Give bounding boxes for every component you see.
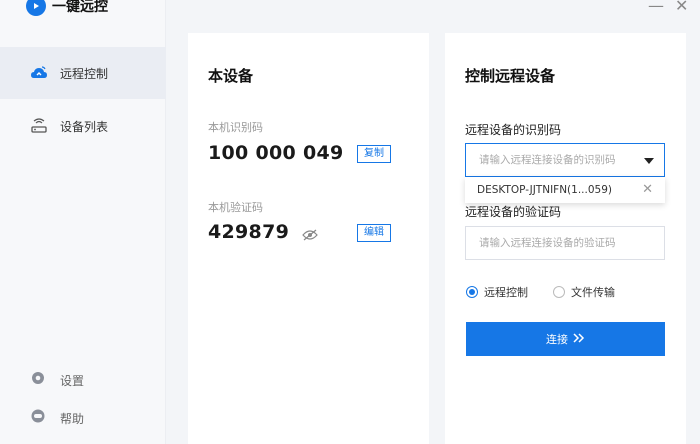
help-icon <box>30 408 46 428</box>
app-logo: 一键远控 <box>26 0 108 18</box>
history-dropdown-item[interactable]: DESKTOP-JJTNIFN(1...059) ✕ <box>465 177 665 203</box>
local-device-panel: 本设备 本机识别码 100 000 049 复制 本机验证码 429879 编辑 <box>188 33 429 444</box>
remote-id-label: 远程设备的识别码 <box>465 123 562 137</box>
app-title: 一键远控 <box>52 0 108 15</box>
eye-hidden-icon[interactable] <box>302 226 318 245</box>
remove-history-icon[interactable]: ✕ <box>642 182 653 197</box>
remote-id-input[interactable]: 请输入远程连接设备的识别码 <box>465 143 665 177</box>
history-item-label: DESKTOP-JJTNIFN(1...059) <box>477 184 612 196</box>
remote-code-placeholder: 请输入远程连接设备的验证码 <box>479 237 616 249</box>
local-device-title: 本设备 <box>208 67 254 85</box>
mode-file-label: 文件传输 <box>571 286 615 299</box>
local-code-value: 429879 <box>208 221 290 243</box>
sidebar-item-label: 远程控制 <box>60 66 109 81</box>
radio-checked-icon[interactable] <box>466 286 478 298</box>
remote-device-title: 控制远程设备 <box>465 67 556 85</box>
close-button[interactable]: ✕ <box>675 0 688 14</box>
sidebar: 一键远控 远程控制 设备列表 设置 帮助 <box>0 0 166 444</box>
local-code-label: 本机验证码 <box>208 201 263 214</box>
remote-control-cloud-icon <box>30 64 48 82</box>
gear-icon <box>30 370 46 390</box>
minimize-button[interactable]: — <box>648 0 664 14</box>
connect-label: 连接 <box>546 333 568 346</box>
device-list-icon <box>30 117 48 135</box>
sidebar-item-label: 帮助 <box>60 411 85 426</box>
local-id-label: 本机识别码 <box>208 121 263 134</box>
mode-remote-control-radio[interactable]: 远程控制 <box>466 284 528 300</box>
remote-code-label: 远程设备的验证码 <box>465 205 562 219</box>
edit-button[interactable]: 编辑 <box>357 224 391 242</box>
radio-unchecked-icon[interactable] <box>553 286 565 298</box>
remote-code-input[interactable]: 请输入远程连接设备的验证码 <box>465 226 665 260</box>
local-id-value: 100 000 049 <box>208 142 344 164</box>
sidebar-item-label: 设置 <box>60 373 85 388</box>
sidebar-item-label: 设备列表 <box>60 119 109 134</box>
remote-device-panel: 控制远程设备 远程设备的识别码 请输入远程连接设备的识别码 远程设备的验证码 请… <box>445 33 686 444</box>
sidebar-item-settings[interactable]: 设置 <box>0 365 166 395</box>
sidebar-item-remote-control[interactable]: 远程控制 <box>0 47 166 99</box>
app-logo-icon <box>26 0 46 16</box>
double-chevron-right-icon <box>573 332 585 346</box>
sidebar-item-help[interactable]: 帮助 <box>0 403 166 433</box>
copy-button[interactable]: 复制 <box>357 145 391 163</box>
connect-button[interactable]: 连接 <box>466 322 665 356</box>
mode-remote-label: 远程控制 <box>484 286 528 299</box>
mode-file-transfer-radio[interactable]: 文件传输 <box>553 284 615 300</box>
dropdown-caret-icon[interactable] <box>644 158 654 164</box>
sidebar-item-device-list[interactable]: 设备列表 <box>0 100 166 152</box>
remote-id-placeholder: 请输入远程连接设备的识别码 <box>479 154 616 166</box>
